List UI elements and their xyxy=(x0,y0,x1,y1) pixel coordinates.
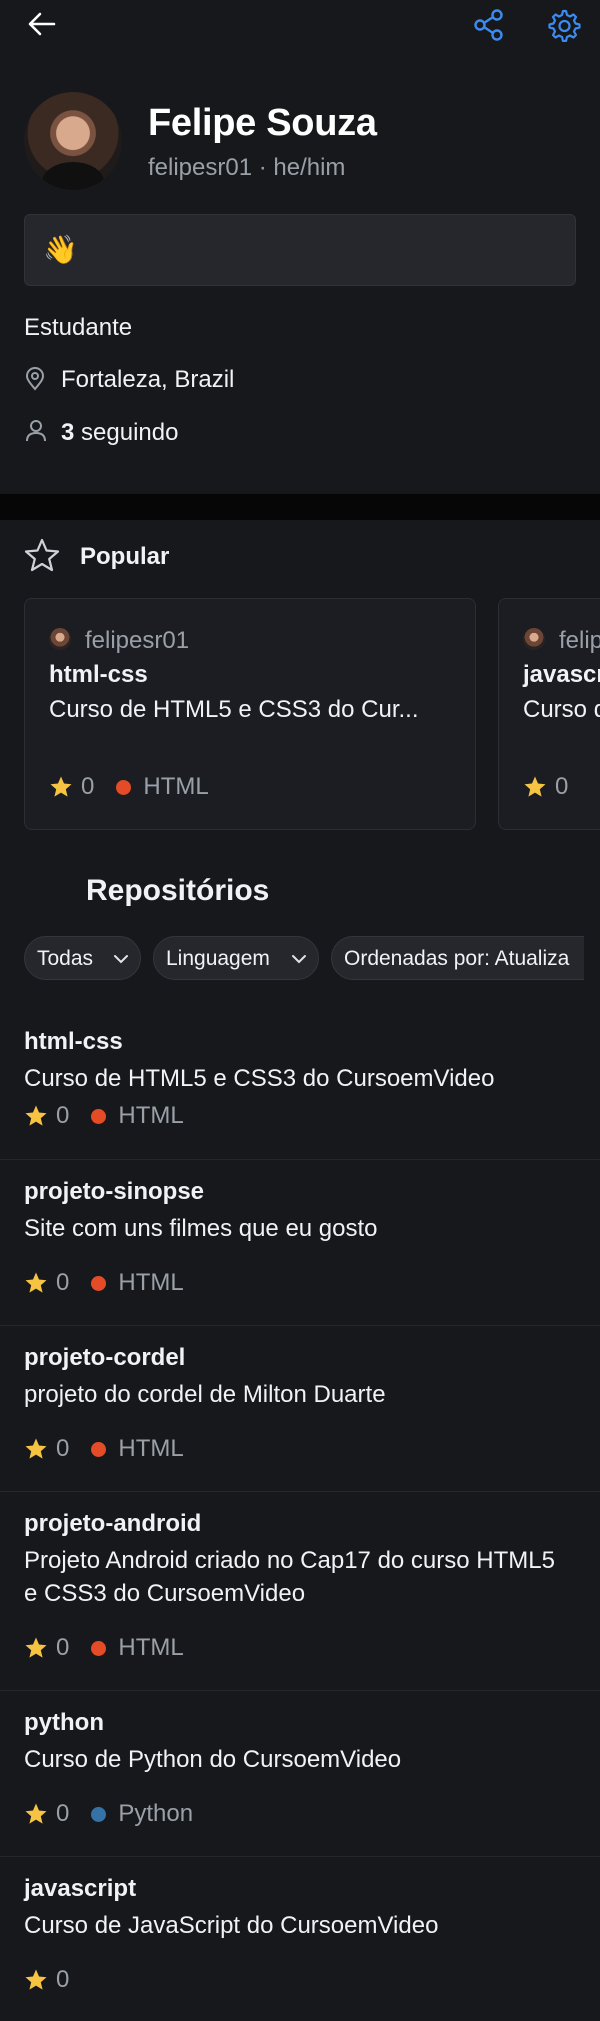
following-count: 3 xyxy=(61,419,75,446)
chevron-down-icon xyxy=(114,955,128,964)
repo-name: javascript xyxy=(24,1875,137,1902)
star-count: 0 xyxy=(555,773,569,800)
following-text: 3 seguindo xyxy=(61,419,178,447)
list-item[interactable]: projeto-sinopse Site com uns filmes que … xyxy=(0,1160,600,1326)
language-name: HTML xyxy=(118,1269,184,1296)
profile-section: Felipe Souza felipesr01 · he/him 👋 Estud… xyxy=(0,50,600,494)
owner-name: felipesr01 xyxy=(85,627,190,654)
repo-name: projeto-cordel xyxy=(24,1344,186,1371)
star-icon xyxy=(25,1803,47,1824)
popular-repo-card[interactable]: felip javascr Curso d 0 xyxy=(498,598,600,830)
filter-sort-chip[interactable]: Ordenadas por: Atualiza xyxy=(331,936,584,980)
repo-description: Curso de JavaScript do CursoemVideo xyxy=(24,1912,439,1939)
share-icon[interactable] xyxy=(473,8,505,42)
language-name: HTML xyxy=(118,1634,184,1661)
language-name: HTML xyxy=(118,1435,184,1462)
profile-name: Felipe Souza xyxy=(148,102,377,144)
repo-meta: 0 HTML xyxy=(24,1435,184,1465)
repo-name: python xyxy=(24,1709,104,1736)
repo-meta: 0 HTML xyxy=(24,1269,184,1299)
filter-type-chip[interactable]: Todas xyxy=(24,936,141,980)
star-count: 0 xyxy=(56,1102,70,1129)
language-name: HTML xyxy=(143,773,209,800)
star-icon xyxy=(25,1637,47,1658)
repo-description: Site com uns filmes que eu gosto xyxy=(24,1215,378,1242)
filter-label: Todas xyxy=(37,947,94,970)
language-name: HTML xyxy=(118,1102,184,1129)
list-item[interactable]: javascript Curso de JavaScript do Cursoe… xyxy=(0,1857,600,2021)
following-label: seguindo xyxy=(74,419,179,446)
owner-avatar xyxy=(523,628,545,650)
star-count: 0 xyxy=(56,1634,70,1661)
repo-description: projeto do cordel de Milton Duarte xyxy=(24,1381,386,1408)
repo-name: projeto-sinopse xyxy=(24,1178,205,1205)
star-count: 0 xyxy=(56,1435,70,1462)
repo-description: Curso de Python do CursoemVideo xyxy=(24,1746,402,1773)
repo-meta: 0 xyxy=(523,773,568,803)
star-icon xyxy=(25,1969,47,1990)
owner-name: felip xyxy=(559,627,600,654)
section-divider xyxy=(0,494,600,520)
repo-name: html-css xyxy=(24,1028,123,1055)
star-icon xyxy=(50,776,72,797)
chevron-down-icon xyxy=(292,955,306,964)
language-name: Python xyxy=(118,1800,194,1827)
popular-title: Popular xyxy=(80,543,170,570)
repo-description: Projeto Android criado no Cap17 do curso… xyxy=(24,1547,555,1607)
location-pin-icon xyxy=(25,367,45,391)
language-color-dot xyxy=(91,1640,107,1656)
repo-name: html-css xyxy=(49,661,148,688)
repo-description: Curso de HTML5 e CSS3 do Cur... xyxy=(49,696,419,723)
star-icon xyxy=(524,776,546,797)
repo-name: javascr xyxy=(523,661,600,688)
arrow-left-icon[interactable] xyxy=(26,10,58,38)
list-item[interactable]: python Curso de Python do CursoemVideo 0… xyxy=(0,1691,600,1857)
repositories-heading: Repositórios xyxy=(86,874,270,907)
star-icon xyxy=(25,1105,47,1126)
star-icon xyxy=(25,1272,47,1293)
top-bar xyxy=(0,0,600,50)
star-count: 0 xyxy=(56,1269,70,1296)
star-outline-icon xyxy=(24,538,60,572)
repo-meta: 0 HTML xyxy=(49,773,209,803)
profile-occupation: Estudante xyxy=(24,314,133,341)
list-item[interactable]: projeto-cordel projeto do cordel de Milt… xyxy=(0,1326,600,1492)
repo-description: Curso de HTML5 e CSS3 do CursoemVideo xyxy=(24,1065,495,1092)
language-color-dot xyxy=(116,779,132,795)
location-text: Fortaleza, Brazil xyxy=(61,366,235,393)
gear-icon[interactable] xyxy=(545,8,581,42)
filter-bar: Todas Linguagem Ordenadas por: Atualiza xyxy=(24,936,584,982)
repo-name: projeto-android xyxy=(24,1510,202,1537)
star-count: 0 xyxy=(81,773,95,800)
repo-meta: 0 HTML xyxy=(24,1102,184,1132)
star-count: 0 xyxy=(56,1966,70,1993)
status-box[interactable]: 👋 xyxy=(24,214,576,286)
popular-repo-card[interactable]: felipesr01 html-css Curso de HTML5 e CSS… xyxy=(24,598,476,830)
language-color-dot xyxy=(91,1441,107,1457)
filter-language-chip[interactable]: Linguagem xyxy=(153,936,319,980)
owner-avatar xyxy=(49,628,71,650)
filter-label: Ordenadas por: Atualiza xyxy=(344,947,570,970)
language-color-dot xyxy=(91,1806,107,1822)
avatar xyxy=(24,92,122,190)
repo-meta: 0 xyxy=(24,1966,69,1996)
status-emoji: 👋 xyxy=(43,234,78,265)
person-icon xyxy=(26,420,46,442)
list-item[interactable]: projeto-android Projeto Android criado n… xyxy=(0,1492,600,1691)
filter-label: Linguagem xyxy=(166,947,270,970)
profile-handle: felipesr01 · he/him xyxy=(148,154,346,181)
repo-meta: 0 Python xyxy=(24,1800,193,1830)
language-color-dot xyxy=(91,1275,107,1291)
star-icon xyxy=(25,1438,47,1459)
repo-description: Curso d xyxy=(523,696,600,723)
star-count: 0 xyxy=(56,1800,70,1827)
repo-meta: 0 HTML xyxy=(24,1634,184,1664)
language-color-dot xyxy=(91,1108,107,1124)
list-item[interactable]: html-css Curso de HTML5 e CSS3 do Cursoe… xyxy=(0,1010,600,1160)
